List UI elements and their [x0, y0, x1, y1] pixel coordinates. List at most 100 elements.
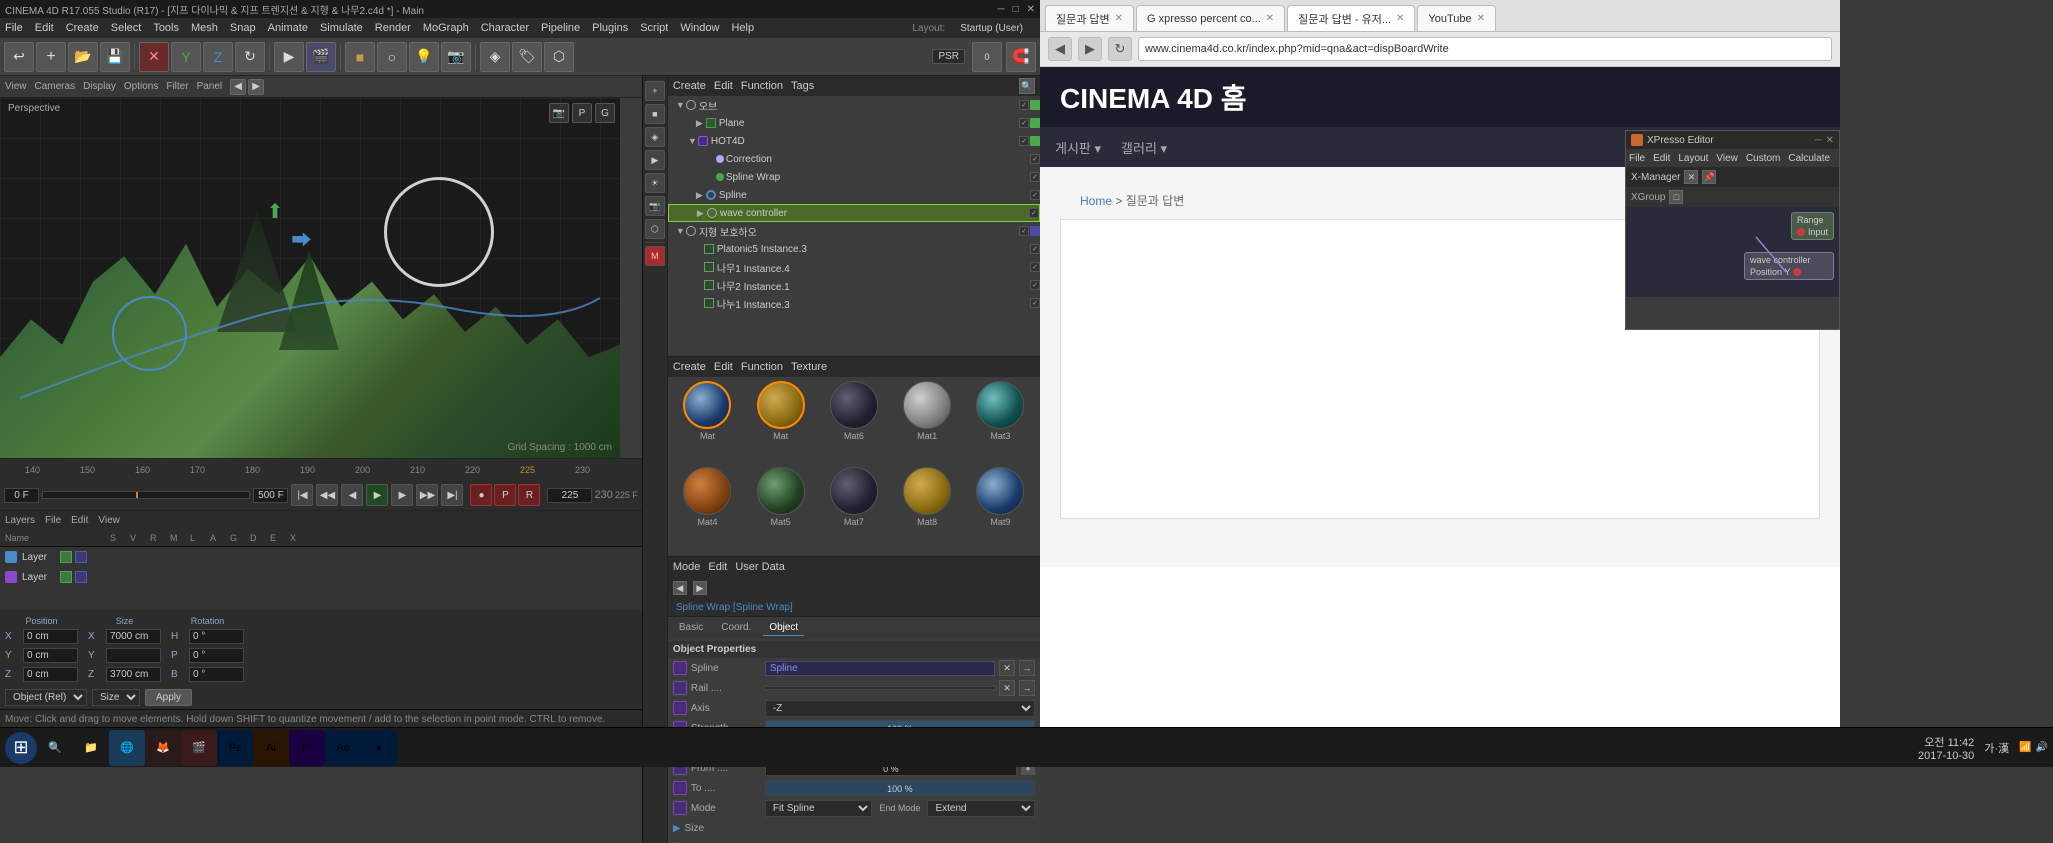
vis-plane[interactable]: ✓: [1019, 118, 1029, 128]
menu-snap[interactable]: Snap: [230, 22, 256, 34]
c4d-taskbar-btn[interactable]: 🎬: [181, 730, 217, 766]
vis-terrain[interactable]: ✓: [1019, 226, 1029, 236]
rot-p-input[interactable]: [189, 648, 244, 663]
mat-item-mat1[interactable]: Mat1: [892, 381, 963, 465]
menu-pipeline[interactable]: Pipeline: [541, 22, 580, 34]
layer-item-2[interactable]: Layer: [0, 567, 642, 587]
next-frame-btn[interactable]: ▶: [391, 484, 413, 506]
size-z-input[interactable]: [106, 667, 161, 682]
record-pos-btn[interactable]: P: [494, 484, 516, 506]
forward-btn[interactable]: ▶: [1078, 37, 1102, 61]
layers-edit-menu[interactable]: Edit: [71, 515, 88, 526]
search-taskbar-btn[interactable]: 🔍: [37, 730, 73, 766]
obj-item-terrain[interactable]: ▼ 지형 보호하오 ✓: [668, 222, 1040, 240]
select-x[interactable]: ✕: [139, 42, 169, 72]
viewport-3d[interactable]: ⮕ ⬆ Perspective Grid Spacing : 1000 cm 📷…: [0, 98, 620, 458]
pos-y-input[interactable]: [23, 648, 78, 663]
obj-item-correction[interactable]: Correction ✓: [668, 150, 1040, 168]
attr-userdata-menu[interactable]: User Data: [735, 561, 785, 573]
sphere-btn[interactable]: ○: [377, 42, 407, 72]
menu-simulate[interactable]: Simulate: [320, 22, 363, 34]
mat-item-mat4[interactable]: Mat4: [672, 467, 743, 551]
mat-create-menu[interactable]: Create: [673, 361, 706, 373]
attr-mode-select[interactable]: Fit Spline: [765, 800, 873, 817]
vis-tree2[interactable]: ✓: [1030, 280, 1040, 290]
ai-btn[interactable]: Ai: [253, 730, 289, 766]
obj-item-spline[interactable]: ▶ Spline ✓: [668, 186, 1040, 204]
another-btn[interactable]: ●: [361, 730, 397, 766]
end-frame-input[interactable]: [253, 488, 288, 503]
snap-btn[interactable]: 🧲: [1006, 42, 1036, 72]
vis-platonic5[interactable]: ✓: [1030, 244, 1040, 254]
attr-edit-menu[interactable]: Edit: [708, 561, 727, 573]
cameras-menu[interactable]: Cameras: [35, 81, 76, 92]
coord-btn[interactable]: 0: [972, 42, 1002, 72]
attr-rail-arrow[interactable]: →: [1019, 680, 1035, 696]
skip-end-btn[interactable]: ▶|: [441, 484, 463, 506]
obj-item-wave-controller[interactable]: ▶ wave controller ✓: [668, 204, 1040, 222]
attr-rail-clear[interactable]: ✕: [999, 680, 1015, 696]
vis-correction[interactable]: ✓: [1030, 154, 1040, 164]
size-mode-select[interactable]: Size: [92, 689, 140, 706]
browser-tab-3[interactable]: 질문과 답변 - 유저... ✕: [1287, 5, 1415, 31]
render-btn[interactable]: 🎬: [306, 42, 336, 72]
obj-item-tree3[interactable]: 나누1 Instance.3 ✓: [668, 294, 1040, 312]
attr-spline-clear[interactable]: ✕: [999, 660, 1015, 676]
attr-back-btn[interactable]: ◀: [673, 581, 687, 595]
xpresso-menu-layout[interactable]: Layout: [1678, 153, 1708, 164]
expand-plane[interactable]: ▶: [696, 118, 704, 129]
panel-menu[interactable]: Panel: [197, 81, 223, 92]
tab-4-close[interactable]: ✕: [1477, 13, 1485, 24]
xpresso-close[interactable]: ✕: [1826, 135, 1834, 146]
url-bar[interactable]: [1138, 37, 1832, 61]
timeline-scrubber[interactable]: [42, 491, 250, 499]
frame-current-display[interactable]: [547, 488, 592, 503]
obj-create-menu[interactable]: Create: [673, 80, 706, 92]
xpresso-menu-view[interactable]: View: [1716, 153, 1738, 164]
xpresso-minimize[interactable]: ─: [1815, 135, 1822, 146]
undo-btn[interactable]: ↩: [4, 42, 34, 72]
cb-light[interactable]: ☀: [645, 173, 665, 193]
mat-item-selected[interactable]: Mat: [745, 381, 816, 465]
scale-z[interactable]: Z: [203, 42, 233, 72]
xgroup-btn[interactable]: □: [1669, 190, 1683, 204]
attr-mode-menu[interactable]: Mode: [673, 561, 701, 573]
x-manager-pin[interactable]: 📌: [1702, 170, 1716, 184]
attr-rail-value[interactable]: [765, 686, 995, 690]
menu-select[interactable]: Select: [111, 22, 142, 34]
vis-splinewrap[interactable]: ✓: [1030, 172, 1040, 182]
nav-gallery[interactable]: 갤러리 ▾: [1121, 138, 1167, 157]
cb-obj[interactable]: ◈: [645, 127, 665, 147]
vis-tree3[interactable]: ✓: [1030, 298, 1040, 308]
vis-spline[interactable]: ✓: [1030, 190, 1040, 200]
obj-tags-menu[interactable]: Tags: [791, 80, 814, 92]
close-btn[interactable]: ✕: [1027, 4, 1035, 15]
browser-tab-4[interactable]: YouTube ✕: [1417, 5, 1496, 31]
view-menu[interactable]: View: [5, 81, 27, 92]
attr-spline-arrow[interactable]: →: [1019, 660, 1035, 676]
rot-h-input[interactable]: [189, 629, 244, 644]
maximize-btn[interactable]: □: [1013, 4, 1019, 15]
cb-maxon[interactable]: M: [645, 246, 665, 266]
menu-window[interactable]: Window: [680, 22, 719, 34]
open-btn[interactable]: 📂: [68, 42, 98, 72]
xpresso-menu-file[interactable]: File: [1629, 153, 1645, 164]
rot-b-input[interactable]: [189, 667, 244, 682]
attr-fwd-btn[interactable]: ▶: [693, 581, 707, 595]
xpresso-canvas[interactable]: Range Input wave controller Position Y: [1626, 207, 1839, 297]
move-y[interactable]: Y: [171, 42, 201, 72]
expand-obre[interactable]: ▼: [676, 100, 684, 110]
attr-size-expand[interactable]: ▶: [673, 823, 681, 834]
skip-start-btn[interactable]: |◀: [291, 484, 313, 506]
vis-hot4d[interactable]: ✓: [1019, 136, 1029, 146]
xpresso-menu-custom[interactable]: Custom: [1746, 153, 1780, 164]
vis-tree1[interactable]: ✓: [1030, 262, 1040, 272]
tab-basic[interactable]: Basic: [673, 620, 709, 636]
tab-1-close[interactable]: ✕: [1115, 13, 1123, 24]
new-btn[interactable]: +: [36, 42, 66, 72]
play-fwd-btn[interactable]: ▶▶: [416, 484, 438, 506]
expand-terrain[interactable]: ▼: [676, 226, 684, 236]
save-btn[interactable]: 💾: [100, 42, 130, 72]
menu-plugins[interactable]: Plugins: [592, 22, 628, 34]
record-btn[interactable]: ●: [470, 484, 492, 506]
